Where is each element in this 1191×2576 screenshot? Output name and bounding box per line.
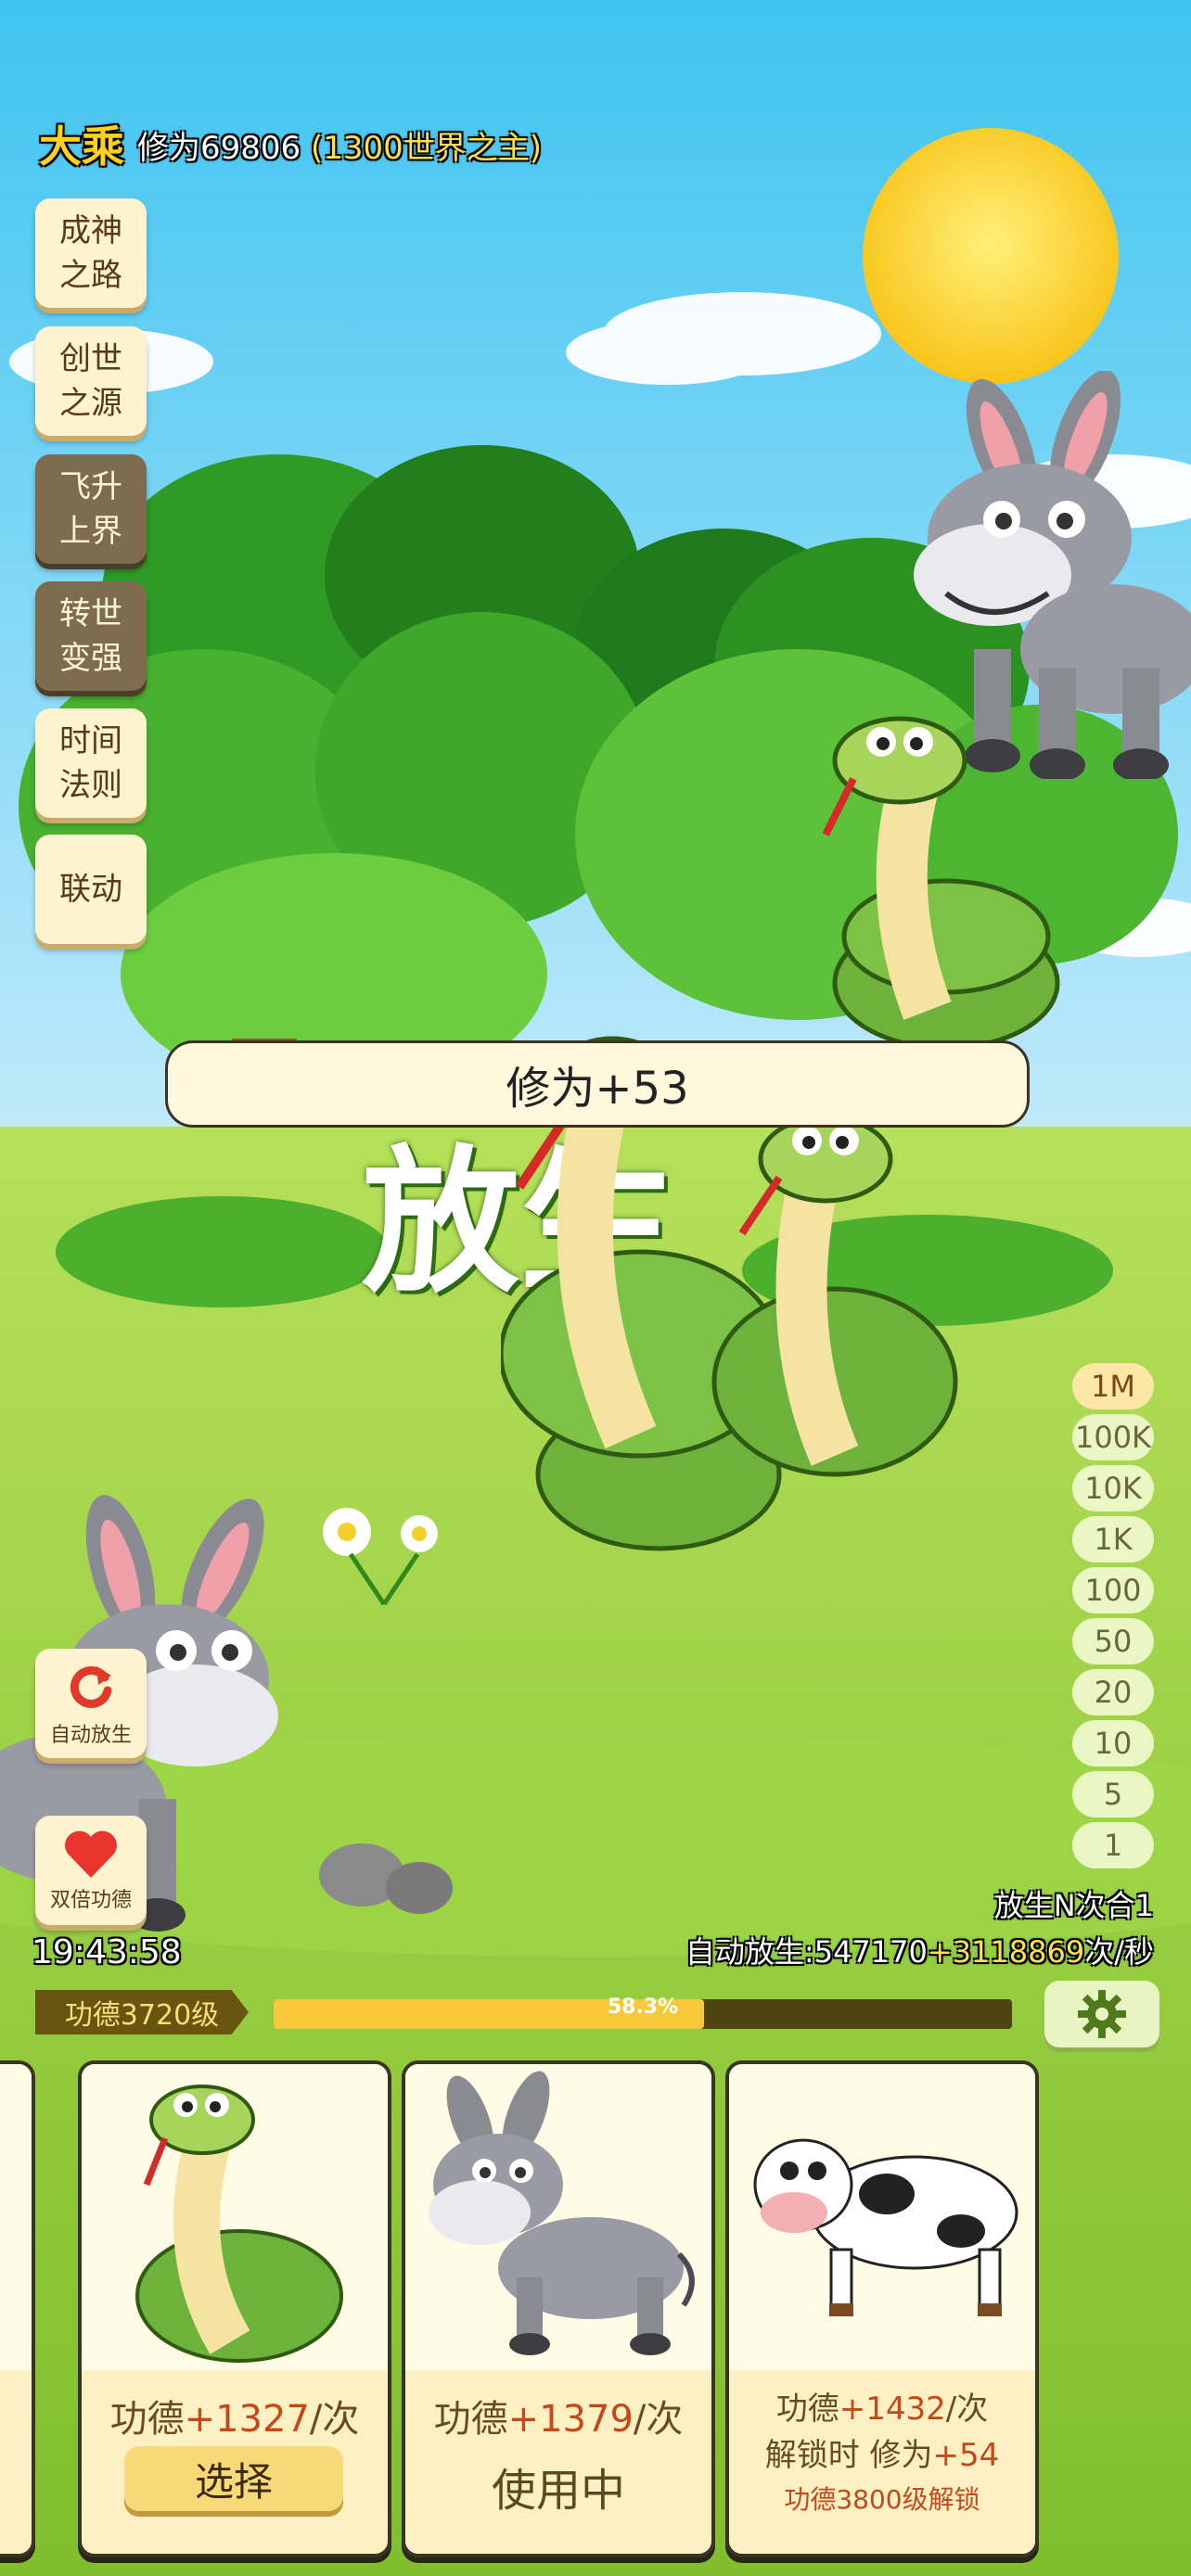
multiplier-1[interactable]: 1 [1072,1822,1154,1868]
realm-label: 大乘 [39,121,124,172]
side-button-path-to-godhood[interactable]: 成神 之路 [35,198,147,308]
card-info [0,2370,32,2554]
side-button-creation-source[interactable]: 创世 之源 [35,326,147,436]
side-button-collab[interactable]: 联动 [35,835,147,944]
card-art-donkey [405,2064,711,2370]
animal-card-cow[interactable]: 功德+1432/次 解锁时 修为+54 功德3800级解锁 [725,2060,1039,2557]
gain-toast: 修为+53 [165,1040,1030,1128]
merit-value: +1327 [184,2398,310,2441]
clock: 19:43:58 [32,1933,182,1971]
side-button-time-law[interactable]: 时间 法则 [35,708,147,818]
multiplier-1k[interactable]: 1K [1072,1516,1154,1562]
select-button[interactable]: 选择 [124,2446,343,2511]
card-art-snake [82,2064,388,2370]
side-button-reincarnate[interactable]: 转世 变强 [35,581,147,691]
merit-suffix: /次 [309,2398,360,2441]
auto-release-button[interactable]: 自动放生 [35,1649,147,1758]
merit-level-badge: 功德3720级 [35,1990,249,2034]
multiplier-5[interactable]: 5 [1072,1771,1154,1817]
heart-icon [65,1830,117,1878]
card-art [0,2064,32,2370]
auto-release-unit: 次/秒 [1084,1934,1154,1970]
animal-card-donkey[interactable]: 功德+1379/次 使用中 [402,2060,715,2557]
auto-release-label: 自动放生 [49,1724,132,1747]
cultivation-label: 修为69806 (1300世界之主) [137,122,542,168]
refresh-icon [70,1665,112,1708]
card-info-cow: 功德+1432/次 解锁时 修为+54 功德3800级解锁 [729,2370,1035,2554]
merit-value: +1432 [839,2391,946,2428]
merit-prefix: 功德 [109,2398,185,2441]
card-merit-cow: 功德+1432/次 [729,2383,1035,2429]
auto-release-rate: 自动放生:547170 [685,1934,928,1970]
double-merit-button[interactable]: 双倍功德 [35,1816,147,1925]
unlock-value: +54 [932,2437,1000,2474]
settings-button[interactable] [1044,1981,1159,2047]
cultivation-title: (1300世界之主) [310,130,543,167]
multiplier-10k[interactable]: 10K [1072,1465,1154,1511]
merit-suffix: /次 [633,2398,684,2441]
animal-card-snake[interactable]: 功德+1327/次 选择 [78,2060,391,2557]
double-merit-label: 双倍功德 [49,1889,132,1912]
merit-suffix: /次 [945,2391,989,2428]
merit-progress-text: 58.3% [607,1996,679,2019]
card-info-donkey: 功德+1379/次 使用中 [405,2370,711,2554]
donkey-icon [429,2071,695,2355]
card-unlock-bonus: 解锁时 修为+54 [729,2429,1035,2475]
snake-sprite[interactable] [816,705,1067,1048]
combine-stat: 放生N次合1 [993,1888,1154,1923]
in-use-label: 使用中 [491,2465,625,2517]
multiplier-20[interactable]: 20 [1072,1669,1154,1715]
auto-release-bonus: +3118869 [927,1934,1085,1970]
multiplier-100[interactable]: 100 [1072,1567,1154,1613]
unlock-prefix: 解锁时 修为 [764,2437,933,2474]
snake-icon [135,2085,343,2363]
game-scene[interactable]: 放生 大乘 修为69806 (1300世界之主) 成神 之路 创世 之源 飞升 … [0,0,1191,2576]
gear-icon [1078,1990,1126,2038]
side-button-ascend[interactable]: 飞升 上界 [35,454,147,564]
multiplier-50[interactable]: 50 [1072,1618,1154,1664]
merit-prefix: 功德 [775,2391,839,2428]
multiplier-1m[interactable]: 1M [1072,1363,1154,1409]
card-info-snake: 功德+1327/次 选择 [82,2370,388,2554]
card-unlock-requirement: 功德3800级解锁 [784,2484,980,2515]
multiplier-100k[interactable]: 100K [1072,1414,1154,1460]
card-art-cow [729,2064,1035,2370]
multiplier-10[interactable]: 10 [1072,1720,1154,1766]
cultivation-value: 修为69806 [137,130,301,167]
merit-value: +1379 [507,2398,634,2441]
cow-icon [753,2138,1018,2316]
card-merit-snake: 功德+1327/次 [82,2389,388,2442]
animal-card-partial[interactable] [0,2060,35,2557]
card-merit-donkey: 功德+1379/次 [405,2389,711,2442]
auto-release-stat: 自动放生:547170+3118869次/秒 [685,1929,1154,1971]
merit-prefix: 功德 [433,2398,508,2441]
